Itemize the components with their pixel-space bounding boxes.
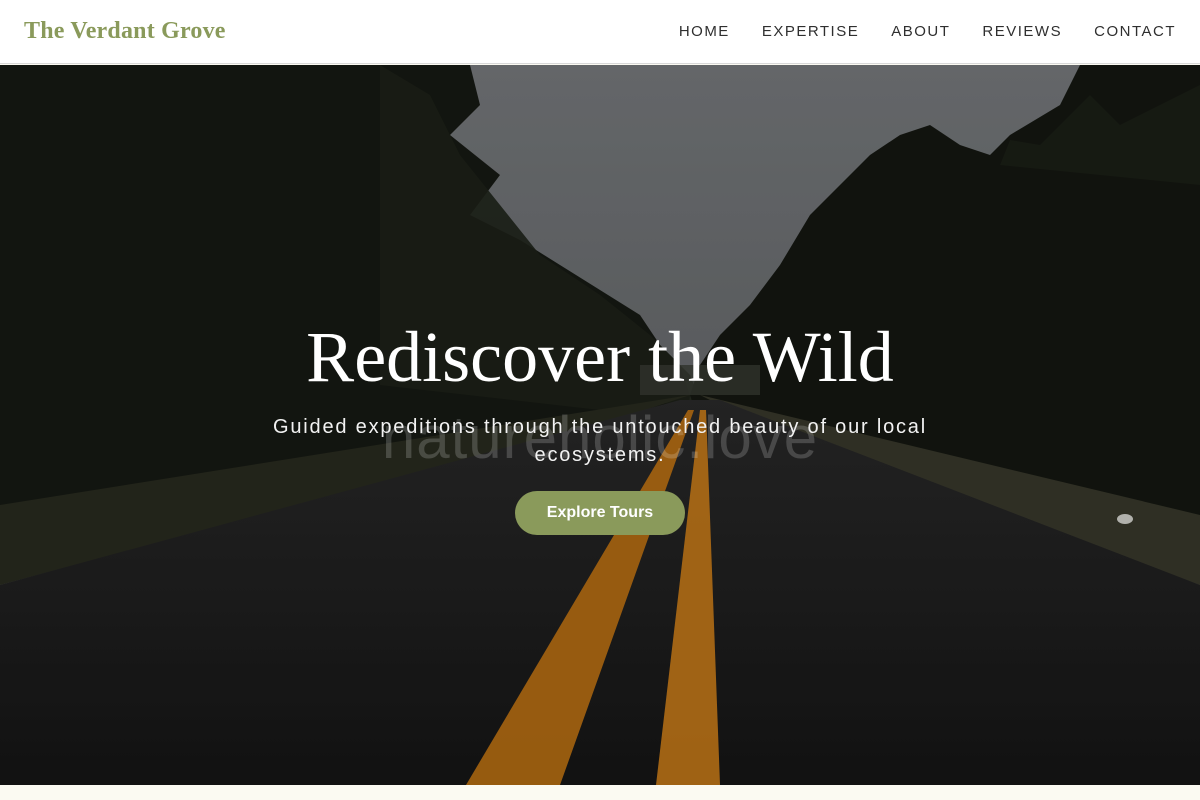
page-bottom-strip — [0, 785, 1200, 800]
nav-item-about[interactable]: ABOUT — [891, 23, 950, 40]
explore-tours-button[interactable]: Explore Tours — [515, 491, 685, 535]
hero-subtitle: Guided expeditions through the untouched… — [273, 416, 927, 466]
hero-title: Rediscover the Wild — [306, 317, 894, 397]
nav-item-reviews[interactable]: REVIEWS — [982, 23, 1062, 40]
nav-item-home[interactable]: HOME — [679, 23, 730, 40]
main-nav: HOME EXPERTISE ABOUT REVIEWS CONTACT — [647, 23, 1176, 40]
top-navbar: The Verdant Grove HOME EXPERTISE ABOUT R… — [0, 0, 1200, 64]
nav-item-expertise[interactable]: EXPERTISE — [762, 23, 859, 40]
nav-item-contact[interactable]: CONTACT — [1094, 23, 1176, 40]
hero-section: Rediscover the Wild natureholic.love Gui… — [0, 65, 1200, 785]
hero-content: Rediscover the Wild natureholic.love Gui… — [0, 65, 1200, 785]
brand-logo[interactable]: The Verdant Grove — [24, 18, 226, 45]
